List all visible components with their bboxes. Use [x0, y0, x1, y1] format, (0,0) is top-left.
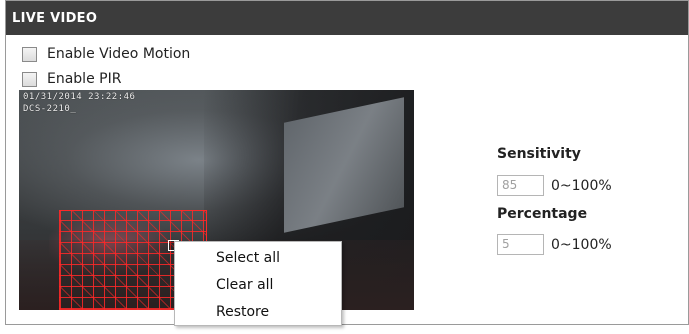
panel-title: LIVE VIDEO: [6, 1, 688, 35]
percentage-range: 0~100%: [551, 237, 612, 253]
menu-item-select-all[interactable]: Select all: [216, 250, 280, 266]
enable-pir-row[interactable]: Enable PIR: [22, 71, 121, 87]
percentage-input[interactable]: 5: [497, 234, 544, 255]
sensitivity-label: Sensitivity: [497, 146, 581, 162]
enable-video-motion-row[interactable]: Enable Video Motion: [22, 46, 190, 62]
enable-pir-label: Enable PIR: [47, 71, 122, 87]
menu-item-clear-all[interactable]: Clear all: [216, 277, 273, 293]
video-camera-name: DCS-2210_: [23, 104, 77, 114]
context-menu: Select all Clear all Restore: [174, 241, 342, 326]
enable-pir-checkbox[interactable]: [22, 71, 37, 87]
percentage-label: Percentage: [497, 206, 588, 222]
menu-item-restore[interactable]: Restore: [216, 304, 269, 320]
video-timestamp: 01/31/2014 23:22:46: [23, 92, 136, 102]
sensitivity-range: 0~100%: [551, 178, 612, 194]
live-video-panel: LIVE VIDEO Enable Video Motion Enable PI…: [5, 0, 689, 325]
enable-video-motion-checkbox[interactable]: [22, 46, 37, 62]
enable-video-motion-label: Enable Video Motion: [47, 46, 191, 62]
sensitivity-input[interactable]: 85: [497, 175, 544, 196]
